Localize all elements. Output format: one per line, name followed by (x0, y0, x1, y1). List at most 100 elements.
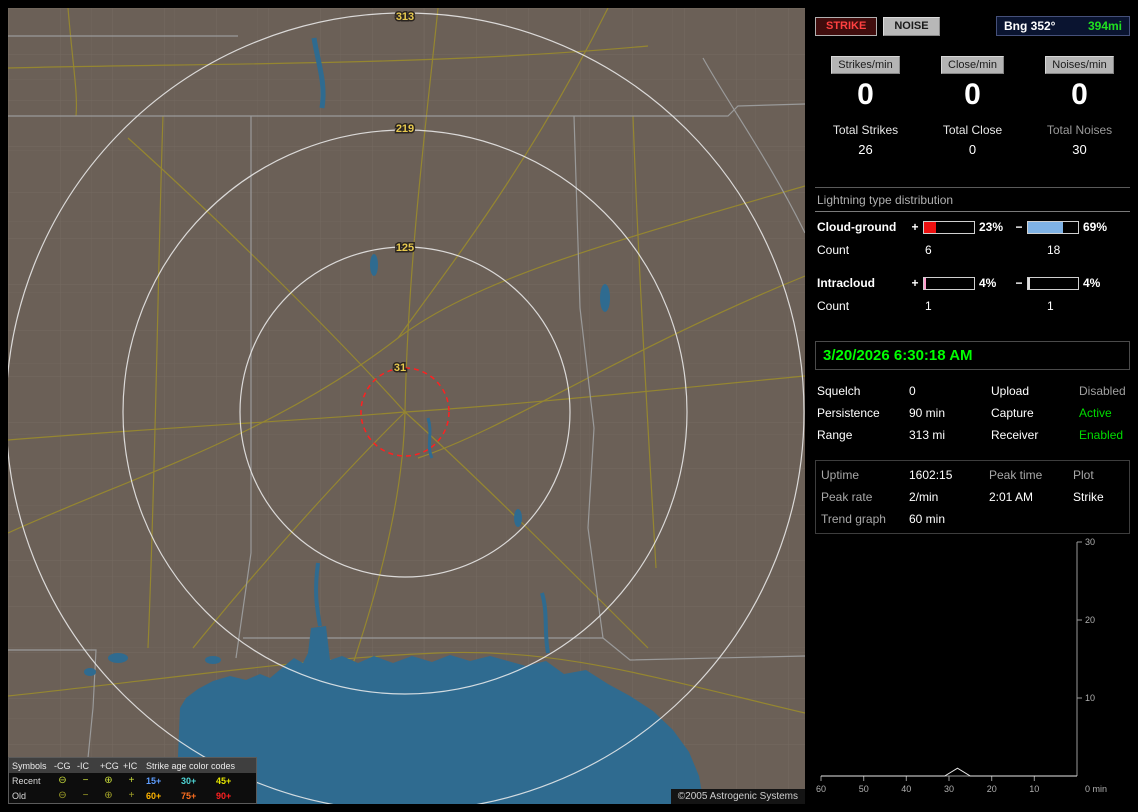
close-per-min-value: 0 (964, 78, 981, 111)
symbol-recent-pos-ic-icon: + (128, 775, 135, 786)
distribution-title: Lightning type distribution (815, 187, 1130, 212)
range-value: 313 mi (909, 428, 946, 442)
peak-time-value: 2:01 AM (989, 490, 1034, 504)
status-panel: STRIKE NOISE Bng 352° 394mi Strikes/min … (815, 8, 1130, 804)
x-end-label: 0 min (1085, 784, 1107, 794)
symbol-old-pos-ic-icon: + (128, 790, 135, 801)
cg-plus-count: 6 (925, 243, 932, 257)
total-close-value: 0 (968, 142, 977, 157)
trend-graph: 30 20 10 60 50 40 30 20 10 0 min (816, 537, 1107, 794)
squelch-label: Squelch (817, 384, 861, 398)
noises-per-min-button[interactable]: Noises/min (1045, 56, 1114, 74)
cg-minus-percent: 69% (1083, 220, 1108, 234)
ring-label-313: 313 (396, 11, 414, 23)
legend-old-label: Old (12, 790, 27, 801)
noises-per-min-value: 0 (1071, 78, 1088, 111)
legend-recent-label: Recent (12, 775, 41, 786)
total-noises-label: Total Noises (1046, 123, 1113, 137)
y-tick-10: 10 (1085, 693, 1095, 703)
bearing-value: Bng 352° (1004, 19, 1056, 33)
ic-minus-percent: 4% (1083, 276, 1101, 290)
y-tick-30: 30 (1085, 537, 1095, 547)
ic-minus-bar-fill (1028, 277, 1030, 289)
peak-time-header: Peak time (989, 468, 1043, 482)
clock-readout: 3/20/2026 6:30:18 AM (815, 341, 1130, 370)
x-tick-60: 60 (816, 784, 826, 794)
total-close-label: Total Close (942, 123, 1003, 137)
uptime-value: 1602:15 (909, 468, 953, 482)
symbol-old-pos-cg-icon: ⊕ (104, 790, 113, 801)
range-label: Range (817, 428, 853, 442)
strike-rate-trend-line (821, 767, 1077, 777)
bearing-readout: Bng 352° 394mi (996, 16, 1130, 36)
capture-value: Active (1079, 406, 1112, 420)
symbol-recent-pos-cg-icon: ⊕ (104, 775, 113, 786)
lightning-distribution-section: Lightning type distribution Cloud-ground… (815, 187, 1130, 317)
minus-sign: − (1015, 220, 1023, 234)
cg-plus-bar-fill (924, 221, 936, 233)
intracloud-count-row: Count 1 1 (815, 295, 1130, 317)
map-canvas[interactable]: 313 219 125 31 (8, 8, 805, 804)
cg-minus-bar (1027, 220, 1079, 234)
capture-label: Capture (991, 406, 1034, 420)
minus-sign: − (1015, 276, 1023, 290)
x-tick-40: 40 (901, 784, 911, 794)
counter-close: Close/min 0 Total Close 0 (922, 56, 1023, 157)
symbol-recent-neg-ic-icon: − (82, 775, 89, 786)
age-code-30: 30+ (181, 775, 197, 786)
plus-sign: + (911, 220, 919, 234)
trend-graph-value: 60 min (909, 512, 946, 526)
cloud-ground-label: Cloud-ground (817, 220, 897, 234)
age-code-75: 75+ (181, 790, 197, 801)
map-panel[interactable]: 313 219 125 31 Symbols -CG -IC +CG +IC S… (8, 8, 805, 804)
ic-plus-percent: 4% (979, 276, 997, 290)
upload-value: Disabled (1079, 384, 1126, 398)
counter-strikes: Strikes/min 0 Total Strikes 26 (815, 56, 916, 157)
ic-plus-bar-fill (924, 277, 926, 289)
plot-header: Plot (1073, 468, 1094, 482)
symbol-old-neg-ic-icon: − (82, 790, 89, 801)
plus-sign: + (911, 276, 919, 290)
age-code-90: 90+ (216, 790, 232, 801)
receiver-value: Enabled (1079, 428, 1124, 442)
age-code-60: 60+ (146, 790, 162, 801)
mode-toolbar: STRIKE NOISE Bng 352° 394mi (815, 16, 1130, 36)
legend-type-header: -IC (77, 760, 89, 771)
noise-mode-button[interactable]: NOISE (883, 16, 940, 36)
peak-rate-value: 2/min (909, 490, 939, 504)
x-tick-10: 10 (1029, 784, 1039, 794)
plot-value: Strike (1073, 490, 1104, 504)
cg-plus-bar (923, 220, 975, 234)
cg-plus-percent: 23% (979, 220, 1004, 234)
upload-label: Upload (991, 384, 1030, 398)
map-legend: Symbols -CG -IC +CG +IC Strike age color… (8, 757, 257, 804)
ring-label-125: 125 (396, 242, 414, 254)
copyright-label: ©2005 Astrogenic Systems (670, 789, 805, 804)
cg-minus-count: 18 (1047, 243, 1061, 257)
strikes-per-min-button[interactable]: Strikes/min (831, 56, 900, 74)
persistence-value: 90 min (909, 406, 946, 420)
counter-noises: Noises/min 0 Total Noises 30 (1029, 56, 1130, 157)
count-label: Count (817, 243, 850, 257)
intracloud-row: Intracloud + 4% − 4% (815, 271, 1130, 295)
rate-counters: Strikes/min 0 Total Strikes 26 Close/min… (815, 56, 1130, 157)
cloud-ground-row: Cloud-ground + 23% − 69% (815, 215, 1130, 239)
x-tick-20: 20 (987, 784, 997, 794)
ring-label-31: 31 (394, 362, 406, 374)
ic-plus-bar (923, 276, 975, 290)
lightning-monitor-window: 313 219 125 31 Symbols -CG -IC +CG +IC S… (0, 0, 1138, 812)
close-per-min-button[interactable]: Close/min (941, 56, 1004, 74)
receiver-status-grid: Squelch 0 Upload Disabled Persistence 90… (815, 384, 1130, 442)
distance-value: 394mi (1087, 19, 1122, 33)
ic-plus-count: 1 (925, 299, 932, 313)
uptime-label: Uptime (821, 468, 860, 482)
strike-mode-button[interactable]: STRIKE (815, 16, 878, 36)
ic-minus-bar (1027, 276, 1079, 290)
session-stats-box: Uptime 1602:15 Peak time Plot Peak rate … (815, 460, 1130, 534)
x-tick-30: 30 (944, 784, 954, 794)
count-label: Count (817, 299, 850, 313)
x-tick-50: 50 (859, 784, 869, 794)
trend-graph-label: Trend graph (821, 512, 886, 526)
age-code-45: 45+ (216, 775, 232, 786)
cg-minus-bar-fill (1028, 221, 1063, 233)
